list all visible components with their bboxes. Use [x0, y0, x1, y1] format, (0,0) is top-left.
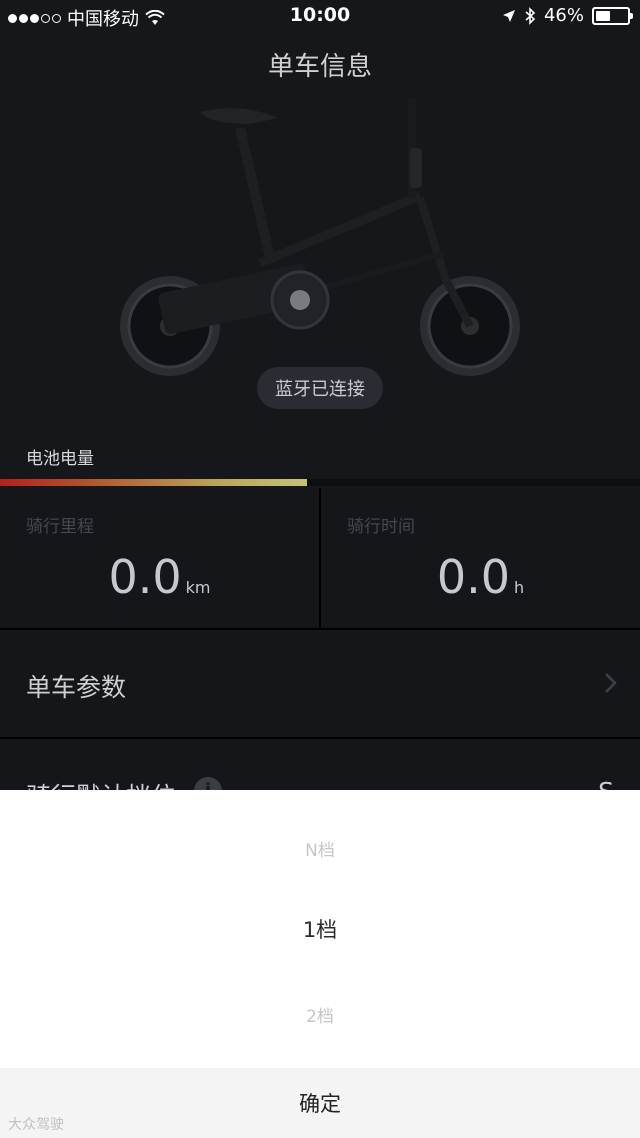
bluetooth-icon — [525, 6, 536, 25]
ride-time-number: 0.0 — [436, 550, 510, 604]
picker-option-2[interactable]: 2档 — [0, 1002, 640, 1027]
location-arrow-icon — [502, 9, 515, 22]
battery-level-bar — [0, 479, 308, 486]
confirm-button[interactable]: 确定 — [0, 1068, 640, 1138]
ride-time-unit: h — [514, 578, 525, 597]
ride-distance-value: 0.0 km — [0, 550, 319, 604]
picker-option-1-selected[interactable]: 1档 — [0, 914, 640, 944]
bike-image — [120, 98, 520, 376]
picker-option-n[interactable]: N档 — [0, 836, 640, 861]
battery-fill — [596, 10, 610, 21]
bluetooth-status-pill: 蓝牙已连接 — [257, 367, 383, 409]
watermark: 大众驾驶 — [8, 1117, 64, 1133]
ride-time-label: 骑行时间 — [347, 517, 415, 537]
battery-icon — [592, 6, 633, 25]
gear-picker-sheet: N档 1档 2档 确定 大众驾驶 — [0, 790, 640, 1138]
battery-percent: 46% — [543, 5, 584, 26]
ride-distance-number: 0.0 — [108, 550, 182, 604]
chevron-right-icon — [605, 673, 617, 693]
battery-level-track — [0, 479, 640, 486]
bike-params-row[interactable]: 单车参数 — [0, 628, 640, 738]
default-gear-row[interactable]: 骑行默认档位 i S — [0, 737, 640, 811]
ride-distance-cell: 骑行里程 0.0 km — [0, 488, 319, 628]
battery-level-label: 电池电量 — [26, 449, 94, 469]
status-right: 46% — [502, 5, 633, 26]
ride-time-value: 0.0 h — [321, 550, 640, 604]
ride-distance-unit: km — [185, 578, 211, 597]
page-title: 单车信息 — [267, 52, 372, 82]
ride-distance-label: 骑行里程 — [26, 517, 94, 537]
bike-params-label: 单车参数 — [26, 673, 127, 702]
status-bar: 中国移动 10:00 46% — [0, 0, 640, 34]
ride-stats: 骑行里程 0.0 km 骑行时间 0.0 h — [0, 488, 640, 628]
ride-time-cell: 骑行时间 0.0 h — [319, 488, 640, 628]
